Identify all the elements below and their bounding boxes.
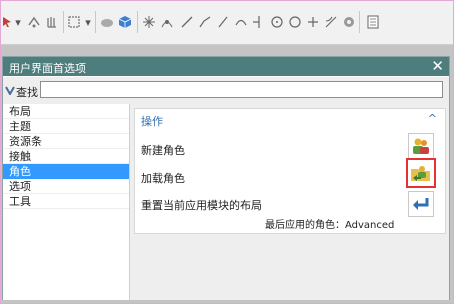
toolbar-separator-3 <box>137 11 138 33</box>
tangent-icon[interactable] <box>323 15 339 29</box>
plus-icon[interactable] <box>305 15 321 29</box>
section-title: 操作 <box>141 115 163 128</box>
shaded-view-icon[interactable] <box>99 15 115 29</box>
user-interface-preferences-dialog: 用户界面首选项 ✕ 查找 布局 主题 资源条 接触 角色 选项 工具 操作 ^ … <box>2 56 450 300</box>
solid-cube-icon[interactable] <box>117 15 133 29</box>
graphics-area-strip <box>1 45 453 55</box>
sidebar-item-resource-bar[interactable]: 资源条 <box>3 134 129 149</box>
find-row: 查找 <box>3 77 449 105</box>
new-role-button[interactable] <box>408 133 434 159</box>
circle-icon[interactable] <box>269 15 285 29</box>
main-toolbar: ▾ ▾ <box>1 1 453 45</box>
rectangle-select-icon[interactable] <box>67 15 81 29</box>
reset-layout-label: 重置当前应用模块的布局 <box>141 199 262 212</box>
new-role-icon <box>413 138 429 154</box>
snap-icon[interactable] <box>26 15 42 29</box>
last-applied-role: 最后应用的角色：Advanced <box>265 220 395 231</box>
sidebar-item-touch[interactable]: 接触 <box>3 149 129 164</box>
load-role-icon <box>411 166 430 181</box>
toolbar-separator-4 <box>359 11 360 33</box>
sheet-icon[interactable] <box>365 15 381 29</box>
point-on-curve-icon[interactable] <box>159 15 175 29</box>
collapse-chevron-icon[interactable]: ^ <box>428 112 437 125</box>
load-role-label: 加载角色 <box>141 172 185 185</box>
find-icon <box>5 85 15 98</box>
find-input[interactable] <box>40 81 443 98</box>
main-panel: 操作 ^ 新建角色 加载角色 重置当前应用模块的布局 最后应用的角色：Advan… <box>130 104 449 300</box>
new-role-label: 新建角色 <box>141 144 185 157</box>
sidebar-item-roles[interactable]: 角色 <box>3 164 129 179</box>
line-icon[interactable] <box>179 15 195 29</box>
point-icon[interactable] <box>251 15 267 29</box>
hand-icon[interactable] <box>44 15 60 29</box>
circle-center-icon[interactable] <box>287 15 303 29</box>
spline-icon[interactable] <box>197 15 213 29</box>
category-list: 布局 主题 资源条 接触 角色 选项 工具 <box>3 104 130 300</box>
dialog-titlebar: 用户界面首选项 ✕ <box>3 57 449 76</box>
sidebar-item-layout[interactable]: 布局 <box>3 104 129 119</box>
operations-section: 操作 ^ 新建角色 加载角色 重置当前应用模块的布局 最后应用的角色：Advan… <box>134 108 446 234</box>
sidebar-item-tools[interactable]: 工具 <box>3 194 129 209</box>
toolbar-separator <box>63 11 64 33</box>
toolbar-separator-2 <box>95 11 96 33</box>
dropdown-arrow-icon[interactable]: ▾ <box>13 15 23 29</box>
sidebar-item-options[interactable]: 选项 <box>3 179 129 194</box>
dropdown-arrow-icon-2[interactable]: ▾ <box>83 15 93 29</box>
find-label: 查找 <box>16 86 38 99</box>
load-role-button[interactable] <box>406 158 436 188</box>
selection-filter-icon[interactable] <box>1 15 13 29</box>
close-icon[interactable]: ✕ <box>431 57 444 76</box>
arc-icon[interactable] <box>233 15 249 29</box>
sidebar-item-theme[interactable]: 主题 <box>3 119 129 134</box>
reset-layout-button[interactable] <box>408 191 434 217</box>
settings-icon[interactable] <box>341 15 357 29</box>
grid-icon[interactable] <box>141 15 157 29</box>
dialog-title: 用户界面首选项 <box>9 62 86 75</box>
slash-line-icon[interactable] <box>215 15 231 29</box>
return-arrow-icon <box>413 198 429 210</box>
